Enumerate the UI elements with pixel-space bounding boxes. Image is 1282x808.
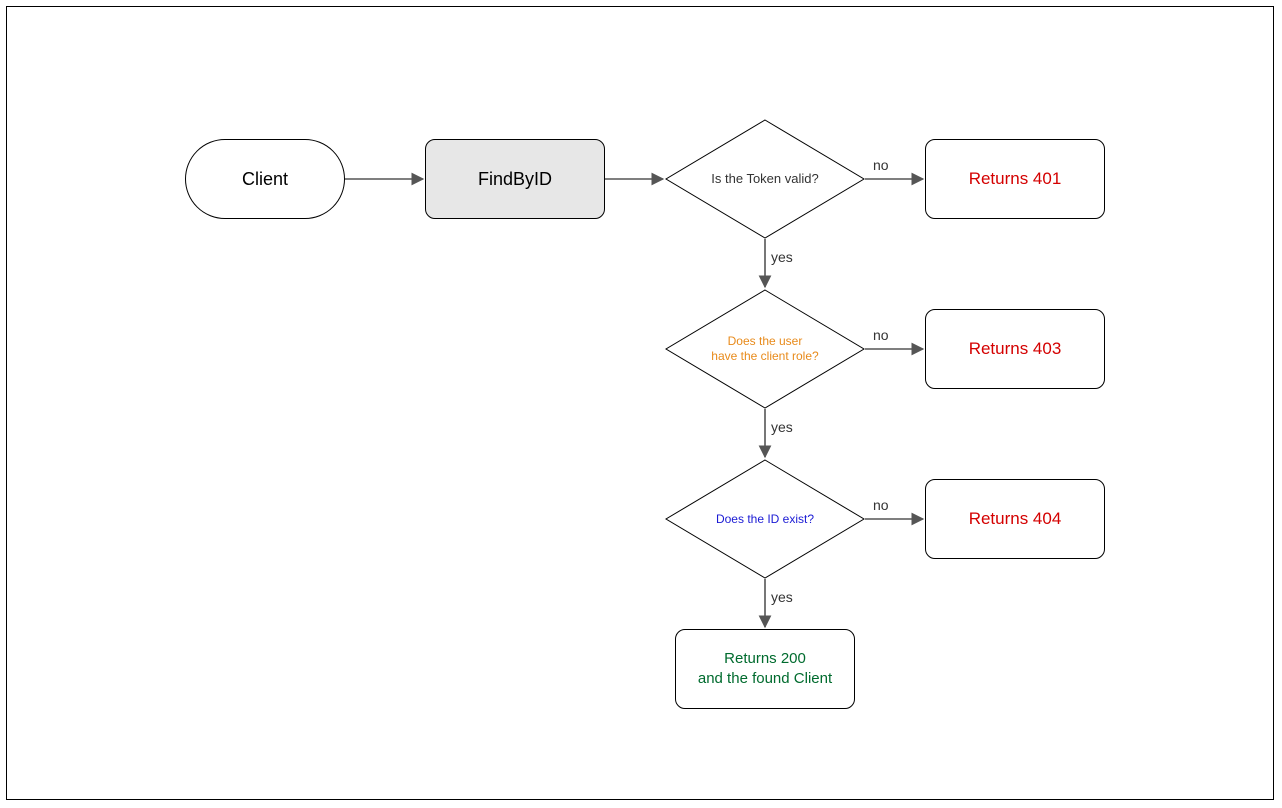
decision-role: Does the user have the client role? [665,289,865,409]
decision-token-label: Is the Token valid? [665,119,865,239]
result-401: Returns 401 [925,139,1105,219]
terminator-client: Client [185,139,345,219]
edge-label-no-3: no [873,497,889,513]
decision-role-label: Does the user have the client role? [665,289,865,409]
decision-id-label: Does the ID exist? [665,459,865,579]
diagram-frame: Client FindByID Is the Token valid? Retu… [6,6,1274,800]
result-401-label: Returns 401 [969,169,1062,189]
decision-token: Is the Token valid? [665,119,865,239]
result-403: Returns 403 [925,309,1105,389]
process-findbyid: FindByID [425,139,605,219]
result-403-label: Returns 403 [969,339,1062,359]
edge-label-yes-2: yes [771,419,793,435]
edge-label-no-2: no [873,327,889,343]
terminator-client-label: Client [242,169,288,190]
edge-label-yes-1: yes [771,249,793,265]
process-findbyid-label: FindByID [478,169,552,190]
result-404: Returns 404 [925,479,1105,559]
result-200-label: Returns 200 and the found Client [698,649,832,690]
result-404-label: Returns 404 [969,509,1062,529]
decision-id: Does the ID exist? [665,459,865,579]
edge-label-yes-3: yes [771,589,793,605]
edge-label-no-1: no [873,157,889,173]
result-200: Returns 200 and the found Client [675,629,855,709]
arrows-layer [7,7,1275,801]
